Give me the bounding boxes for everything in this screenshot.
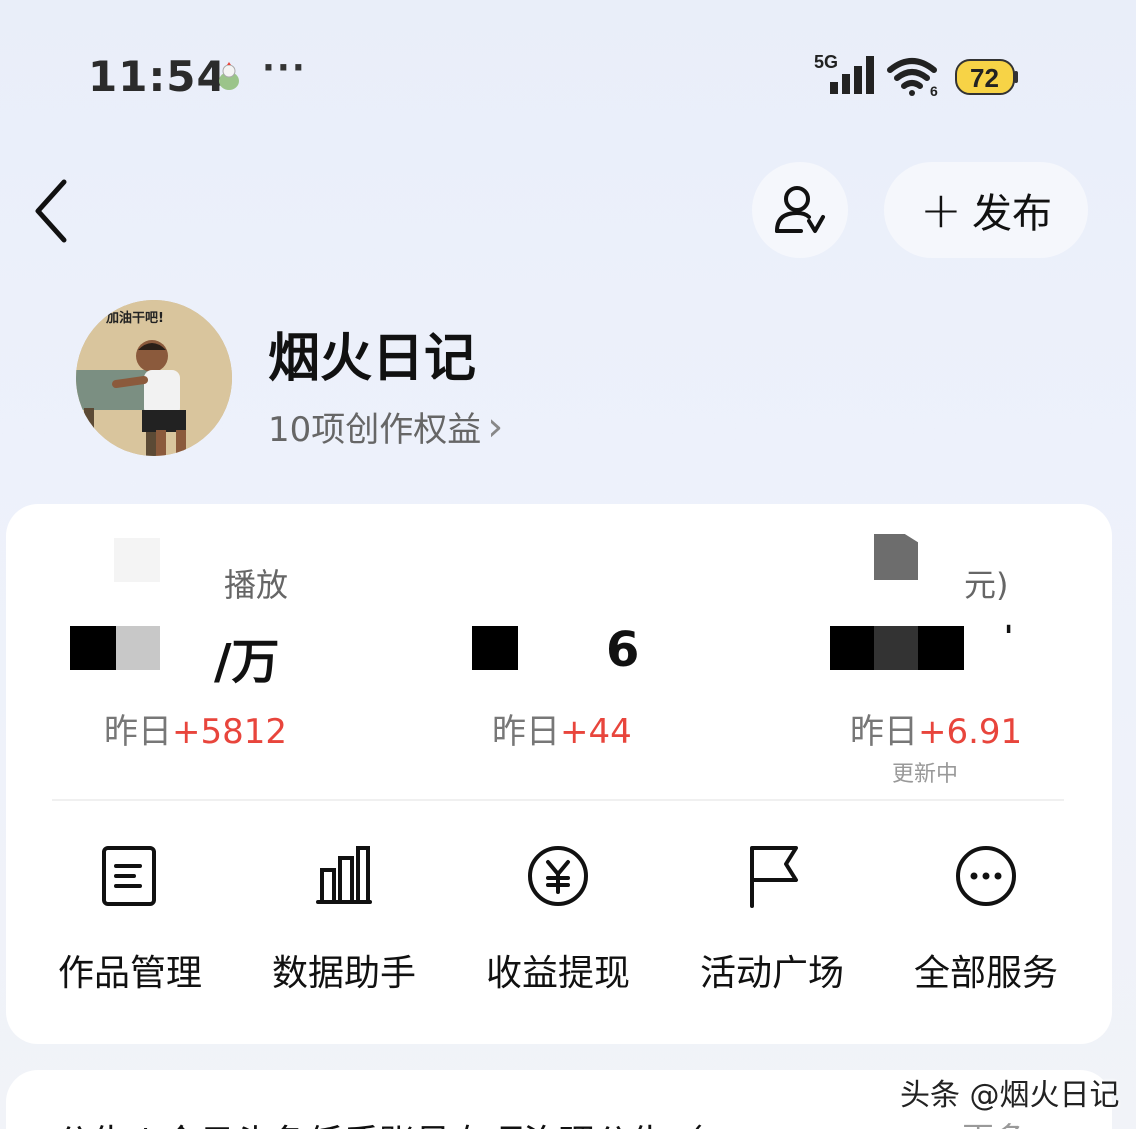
delta-value: +5812 <box>172 712 288 752</box>
yen-icon <box>528 846 588 906</box>
redaction-block <box>874 534 918 580</box>
service-data-assistant[interactable]: 数据助手 <box>244 844 444 996</box>
redaction-block <box>114 538 160 582</box>
avatar-illustration: 加油干吧! <box>76 300 232 456</box>
service-label: 数据助手 <box>271 953 416 994</box>
follow-button[interactable] <box>752 162 848 258</box>
status-more-dots: ··· <box>262 48 307 88</box>
redaction-block <box>874 626 918 670</box>
status-time: 11:54 <box>88 52 227 101</box>
redaction-block <box>70 626 116 670</box>
service-label: 活动广场 <box>699 953 844 994</box>
service-label: 全部服务 <box>913 953 1058 994</box>
redaction-block <box>918 626 964 670</box>
service-all-services[interactable]: 全部服务 <box>886 844 1086 996</box>
stat-delta: 昨日+44 <box>492 704 632 753</box>
battery-level: 72 <box>970 63 999 93</box>
service-earnings-withdraw[interactable]: 收益提现 <box>458 844 658 996</box>
delta-value: +44 <box>560 712 632 752</box>
more-circle-icon <box>956 846 1016 906</box>
wifi-badge: 6 <box>930 83 938 98</box>
redaction-block <box>116 626 160 670</box>
delta-value: +6.91 <box>918 712 1023 752</box>
notice-text[interactable]: 公告 | 今日头条低质账号专项治理公告（1 <box>56 1114 726 1129</box>
profile-name: 烟火日记 <box>268 329 477 389</box>
creator-rights-label: 10项创作权益 <box>268 410 482 450</box>
stats-card: 播放 /万 昨日+5812 6 昨日+44 元) ' 昨日+6.91 更新中 作… <box>6 504 1112 1044</box>
chevron-right-icon: › <box>487 403 504 450</box>
delta-prefix: 昨日 <box>850 712 918 752</box>
stat-label: 元) <box>964 566 1009 604</box>
battery-icon: 72 <box>955 59 1018 95</box>
service-activity-square[interactable]: 活动广场 <box>672 844 872 996</box>
stat-delta: 昨日+6.91 <box>850 704 1022 753</box>
delta-prefix: 昨日 <box>492 712 560 752</box>
plus-icon: + <box>920 181 962 239</box>
redaction-block <box>472 626 518 670</box>
wifi-icon: 6 <box>887 58 938 98</box>
stat-value-suffix: ' <box>1004 620 1014 655</box>
notice-more-link[interactable]: 更多 › <box>962 1114 1049 1129</box>
document-icon <box>102 846 156 906</box>
flag-icon <box>750 846 798 908</box>
bar-chart-icon <box>316 846 372 904</box>
chick-icon <box>219 62 239 90</box>
updating-label: 更新中 <box>892 762 959 787</box>
cellular-signal-icon: 5G <box>814 52 874 94</box>
watermark: 头条 @烟火日记 <box>900 1078 1120 1113</box>
avatar-caption: 加油干吧! <box>105 310 164 326</box>
user-check-icon <box>775 186 825 233</box>
redaction-block <box>830 626 874 670</box>
stat-value-suffix: /万 <box>214 634 280 690</box>
service-label: 作品管理 <box>57 953 202 994</box>
service-works-management[interactable]: 作品管理 <box>30 844 230 996</box>
delta-prefix: 昨日 <box>104 712 172 752</box>
publish-button[interactable]: + 发布 <box>884 162 1088 258</box>
chevron-left-icon <box>35 179 67 243</box>
creator-rights-link[interactable]: 10项创作权益 › <box>268 402 503 451</box>
avatar[interactable]: 加油干吧! <box>76 300 232 456</box>
back-button[interactable] <box>26 176 82 246</box>
stat-label: 播放 <box>224 566 289 604</box>
stat-delta: 昨日+5812 <box>104 704 287 753</box>
network-type-label: 5G <box>814 52 838 72</box>
service-label: 收益提现 <box>485 953 630 994</box>
publish-label: 发布 <box>971 191 1052 237</box>
stat-value-suffix: 6 <box>606 622 640 678</box>
divider <box>52 799 1064 801</box>
